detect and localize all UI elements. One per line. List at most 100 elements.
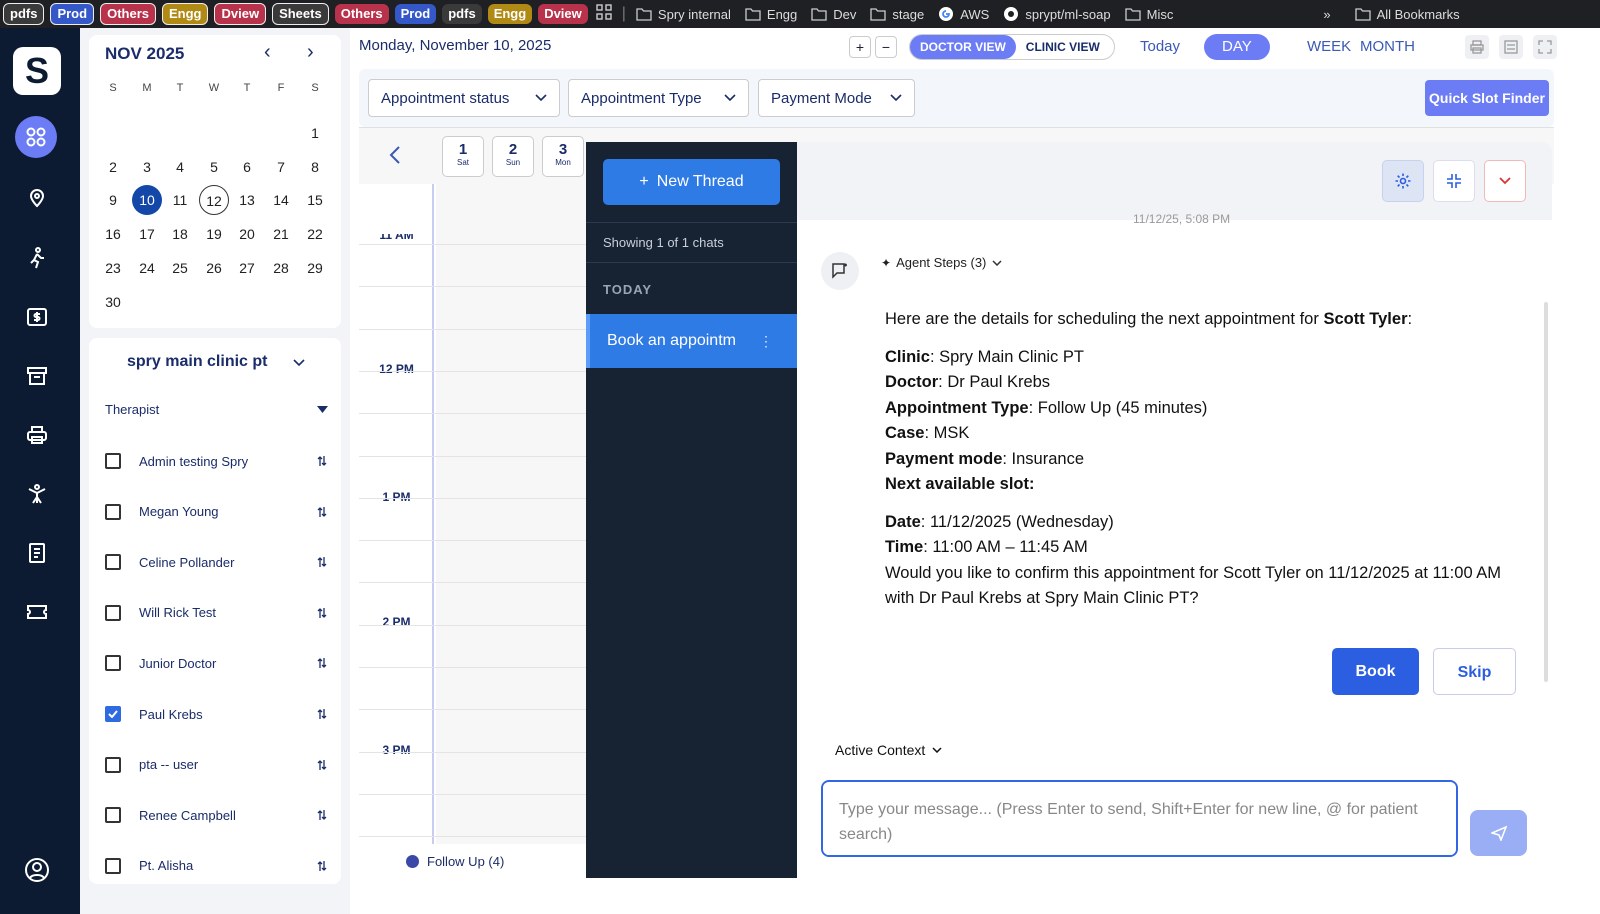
therapist-checkbox[interactable] [105,706,121,722]
apps-grid-icon[interactable] [596,3,612,25]
calendar-day[interactable]: 2 [98,152,128,182]
calendar-day[interactable]: 18 [165,219,195,249]
therapist-row[interactable]: Renee Campbell [105,803,327,827]
calendar-day[interactable]: 25 [165,253,195,283]
bookmark-folder-engg[interactable]: Engg [745,7,797,22]
day-chip[interactable]: 3 Mon [542,136,584,177]
message-input[interactable] [821,780,1458,857]
time-slots[interactable] [436,184,586,844]
calendar-day[interactable]: 20 [232,219,262,249]
chevron-down-icon[interactable] [293,359,305,367]
bookmark-tag[interactable]: Engg [161,3,209,25]
calendar-day[interactable]: 5 [199,152,229,182]
calendar-day[interactable]: 10 [132,185,162,216]
therapist-checkbox[interactable] [105,857,121,874]
skip-button[interactable]: Skip [1433,648,1516,695]
calendar-next-button[interactable]: › [307,41,314,64]
appointment-status-filter[interactable]: Appointment status [368,79,560,117]
calendar-day[interactable]: 12 [199,185,229,216]
send-button[interactable] [1470,810,1527,856]
list-button[interactable] [1499,35,1523,59]
settings-button[interactable] [1382,160,1424,202]
minimize-button[interactable] [1433,160,1475,202]
doctor-view-button[interactable]: DOCTOR VIEW [910,35,1016,59]
reorder-icon[interactable] [317,455,327,467]
calendar-day[interactable]: 15 [300,185,330,215]
calendar-day[interactable]: 7 [266,152,296,182]
all-bookmarks-button[interactable]: All Bookmarks [1354,7,1460,22]
calendar-day[interactable]: 19 [199,219,229,249]
chat-list-item[interactable]: Book an appointm ⋮ [586,314,797,368]
therapist-row[interactable]: Will Rick Test [105,601,327,625]
calendar-day[interactable]: 11 [165,185,195,215]
therapist-checkbox[interactable] [105,756,121,773]
calendar-day[interactable]: 3 [132,152,162,182]
nav-tickets[interactable] [23,598,51,626]
calendar-day[interactable]: 24 [132,253,162,283]
calendar-day[interactable]: 4 [165,152,195,182]
reorder-icon[interactable] [317,809,327,821]
clinic-view-button[interactable]: CLINIC VIEW [1016,35,1110,59]
active-context-toggle[interactable]: Active Context [835,742,942,758]
reorder-icon[interactable] [317,506,327,518]
therapist-checkbox[interactable] [105,453,121,469]
nav-location[interactable] [23,185,51,213]
reorder-icon[interactable] [317,759,327,771]
calendar-day[interactable]: 21 [266,219,296,249]
calendar-prev-button[interactable]: ‹ [264,41,271,64]
bookmark-tag[interactable]: Sheets [272,3,329,25]
bookmark-folder-stage[interactable]: stage [870,7,924,22]
therapist-row[interactable]: pta -- user [105,753,327,777]
therapist-row[interactable]: Junior Doctor [105,651,327,675]
calendar-day[interactable]: 16 [98,219,128,249]
nav-billing[interactable] [23,303,51,331]
bookmark-tag[interactable]: Engg [487,4,533,24]
calendar-day[interactable]: 13 [232,185,262,215]
print-button[interactable] [1465,35,1489,59]
reorder-icon[interactable] [317,860,327,872]
bookmark-tag[interactable]: pdfs [3,3,45,25]
therapist-row[interactable]: Megan Young [105,500,327,524]
therapist-checkbox[interactable] [105,604,121,621]
chat-scrollbar[interactable] [1544,302,1548,682]
calendar-day[interactable]: 23 [98,253,128,283]
reorder-icon[interactable] [317,607,327,619]
bookmark-tag[interactable]: Prod [394,4,437,24]
therapist-checkbox[interactable] [105,503,121,520]
therapist-row[interactable]: Pt. Alisha [105,854,327,878]
nav-profile[interactable] [23,856,51,884]
more-options-icon[interactable]: ⋮ [759,333,773,350]
today-button[interactable]: Today [1126,34,1194,60]
agent-steps-toggle[interactable]: ✦ Agent Steps (3) [881,255,1002,270]
bookmark-tag[interactable]: Dview [214,3,267,25]
calendar-day[interactable]: 6 [232,152,262,182]
therapist-row[interactable]: Celine Pollander [105,550,327,574]
calendar-day[interactable]: 14 [266,185,296,215]
caret-down-icon[interactable] [317,406,328,413]
nav-print[interactable] [23,421,51,449]
nav-exercise[interactable] [23,480,51,508]
tab-day[interactable]: DAY [1204,34,1270,60]
quick-slot-finder-button[interactable]: Quick Slot Finder [1425,80,1549,116]
reorder-icon[interactable] [317,657,327,669]
nav-dashboard[interactable] [15,116,57,158]
nav-archive[interactable] [23,362,51,390]
calendar-day[interactable]: 26 [199,253,229,283]
more-bookmarks-button[interactable]: » [1323,7,1330,22]
therapist-checkbox[interactable] [105,554,121,571]
therapist-checkbox[interactable] [105,807,121,824]
calendar-day[interactable]: 17 [132,219,162,249]
bookmark-tag[interactable]: Prod [50,3,95,25]
reorder-icon[interactable] [317,556,327,568]
bookmark-tag[interactable]: Others [334,4,389,24]
clinic-selector[interactable]: spry main clinic pt [127,353,267,371]
new-thread-button[interactable]: + New Thread [603,159,780,205]
day-strip-back-button[interactable] [389,144,401,170]
calendar-day[interactable]: 27 [232,253,262,283]
calendar-day[interactable]: 9 [98,185,128,215]
zoom-out-button[interactable]: − [875,36,897,58]
zoom-in-button[interactable]: + [849,36,871,58]
calendar-day[interactable]: 1 [300,118,330,148]
nav-walk[interactable] [23,244,51,272]
expand-button[interactable] [1533,35,1557,59]
